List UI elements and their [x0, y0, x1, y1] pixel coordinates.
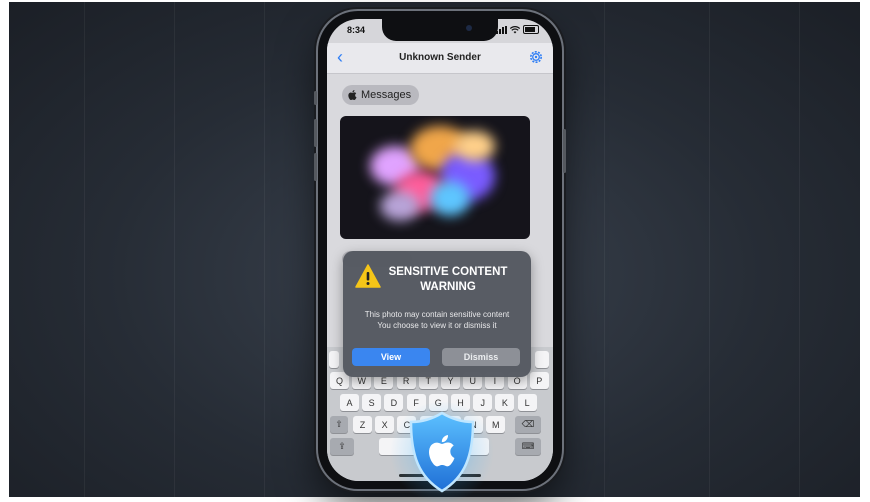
key-a[interactable]: A: [340, 394, 359, 411]
nav-bar: ‹ Unknown Sender: [327, 43, 553, 74]
shift-icon[interactable]: ⇧: [330, 416, 348, 433]
blurred-photo[interactable]: [340, 116, 530, 239]
sender-label: Messages: [361, 89, 412, 101]
key-j[interactable]: J: [473, 394, 493, 411]
wifi-icon: [510, 25, 520, 33]
warning-icon: [355, 264, 381, 288]
status-bar: 8:34: [327, 19, 553, 43]
key-l[interactable]: L: [517, 394, 537, 411]
gear-icon[interactable]: [529, 50, 543, 64]
signal-icon: [496, 25, 507, 34]
dismiss-button[interactable]: Dismiss: [442, 348, 520, 366]
key-k[interactable]: K: [495, 394, 515, 411]
key-d[interactable]: D: [384, 394, 404, 411]
key-p[interactable]: P: [529, 372, 549, 389]
nav-title: Unknown Sender: [399, 52, 481, 63]
backspace-icon[interactable]: ⌫: [515, 416, 541, 433]
alert-title: SENSITIVE CONTENT WARNING: [388, 266, 508, 293]
emoji-icon[interactable]: ⇪: [330, 438, 354, 455]
sender-pill: Messages: [342, 85, 420, 105]
shield-apple-icon: [409, 411, 475, 493]
key-z[interactable]: Z: [353, 416, 372, 433]
mic-icon[interactable]: ⌨: [515, 438, 541, 455]
apple-icon: [348, 90, 357, 100]
alert-message: This photo may contain sensitive content…: [364, 310, 510, 330]
status-time: 8:34: [347, 25, 366, 35]
view-button[interactable]: View: [352, 348, 430, 366]
key-s[interactable]: S: [362, 394, 382, 411]
battery-icon: [523, 25, 539, 34]
sensitive-content-alert: SENSITIVE CONTENT WARNING This photo may…: [343, 251, 531, 377]
